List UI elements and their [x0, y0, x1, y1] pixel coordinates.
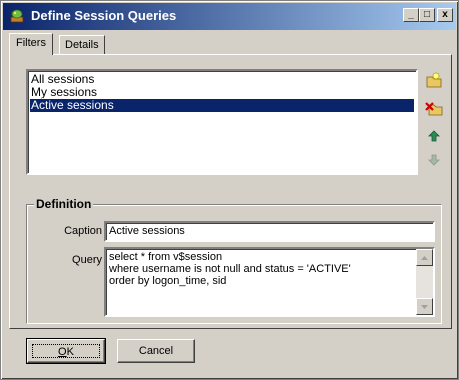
- tab-strip: Filters Details: [9, 33, 452, 55]
- new-query-icon: [426, 71, 442, 88]
- delete-query-button[interactable]: [423, 97, 445, 119]
- move-down-button[interactable]: [423, 149, 445, 171]
- ok-button[interactable]: OK: [26, 338, 106, 364]
- maximize-button[interactable]: □: [419, 8, 435, 22]
- tab-details-label: Details: [65, 39, 99, 51]
- tab-filters[interactable]: Filters: [9, 33, 53, 55]
- caption-label-text: Caption: [64, 225, 102, 237]
- app-icon: [10, 9, 24, 23]
- query-label: Query: [50, 254, 102, 266]
- caption-label: Caption: [50, 225, 102, 237]
- close-button[interactable]: x: [437, 8, 453, 22]
- cancel-button[interactable]: Cancel: [117, 339, 195, 363]
- move-up-icon: [428, 130, 440, 142]
- title-bar[interactable]: Define Session Queries _ □ x: [3, 3, 456, 30]
- move-down-icon: [428, 154, 440, 166]
- move-up-button[interactable]: [423, 125, 445, 147]
- scroll-down-button[interactable]: [416, 298, 433, 315]
- query-line-1: select * from v$session: [109, 251, 223, 263]
- cancel-button-label: Cancel: [138, 345, 174, 357]
- query-scrollbar[interactable]: [416, 249, 433, 315]
- query-line-3: order by logon_time, sid: [109, 275, 227, 287]
- ok-button-label: OK: [32, 344, 100, 358]
- session-query-list[interactable]: All sessions My sessions Active sessions: [26, 69, 418, 175]
- query-line-2: where username is not null and status = …: [109, 263, 351, 275]
- new-query-button[interactable]: [423, 69, 445, 91]
- caption-input[interactable]: Active sessions: [104, 221, 435, 242]
- definition-title: Definition: [34, 197, 94, 211]
- define-session-queries-dialog: Define Session Queries _ □ x Filters Det…: [0, 0, 459, 380]
- tab-details[interactable]: Details: [59, 35, 105, 55]
- query-textarea[interactable]: select * from v$session where username i…: [104, 247, 435, 317]
- scroll-down-arrow-icon: [421, 304, 428, 309]
- query-label-text: Query: [72, 254, 102, 266]
- filters-tab-page: All sessions My sessions Active sessions: [9, 54, 452, 329]
- delete-query-icon: [425, 102, 443, 116]
- scroll-up-arrow-icon: [421, 255, 428, 260]
- window-title: Define Session Queries: [31, 8, 177, 23]
- list-item-active-sessions[interactable]: Active sessions: [29, 98, 415, 113]
- minimize-button[interactable]: _: [403, 8, 419, 22]
- scroll-up-button[interactable]: [416, 249, 433, 266]
